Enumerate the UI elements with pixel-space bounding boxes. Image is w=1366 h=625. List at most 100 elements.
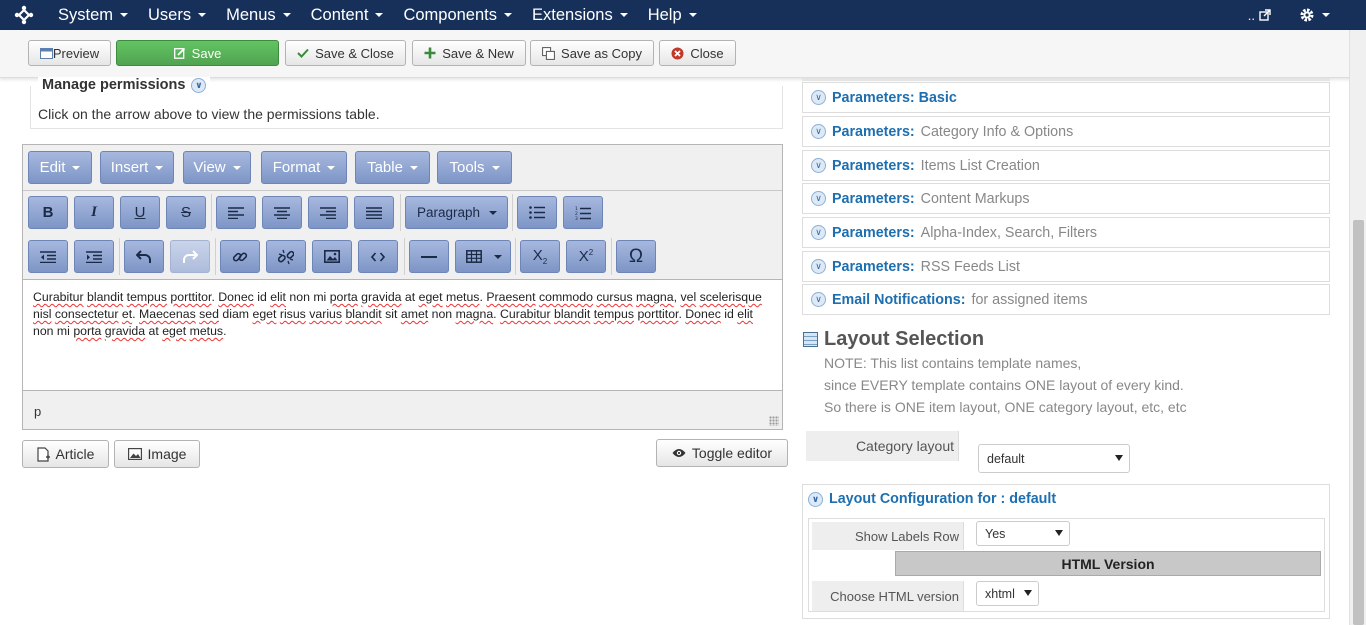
special-character-button[interactable]: Ω xyxy=(616,240,656,273)
accordion-params-items-list[interactable]: ∨ Parameters: Items List Creation xyxy=(802,150,1330,181)
misspelled-word[interactable]: porttitor xyxy=(637,307,678,321)
bullet-list-button[interactable] xyxy=(517,196,557,229)
outdent-button[interactable] xyxy=(28,240,68,273)
misspelled-word[interactable]: metus xyxy=(190,324,224,338)
preview-button[interactable]: Preview xyxy=(28,40,111,66)
misspelled-word[interactable]: gravida xyxy=(105,324,145,338)
joomla-logo-icon[interactable] xyxy=(0,0,48,30)
editor-content-area[interactable]: Curabitur blandit tempus porttitor. Done… xyxy=(23,280,782,391)
accordion-params-rss[interactable]: ∨ Parameters: RSS Feeds List xyxy=(802,251,1330,282)
indent-button[interactable] xyxy=(74,240,114,273)
misspelled-word[interactable]: Praesent xyxy=(486,290,535,304)
strikethrough-button[interactable]: S xyxy=(166,196,206,229)
editor-menu-table[interactable]: Table xyxy=(355,151,430,184)
editor-menu-view[interactable]: View xyxy=(183,151,251,184)
misspelled-word[interactable]: et xyxy=(122,307,132,321)
misspelled-word[interactable]: Donec xyxy=(685,307,721,321)
superscript-button[interactable]: X2 xyxy=(566,240,606,273)
misspelled-word[interactable]: risus xyxy=(280,307,306,321)
user-settings-menu[interactable] xyxy=(1289,7,1366,23)
redo-button[interactable] xyxy=(170,240,210,273)
misspelled-word[interactable]: sed xyxy=(199,307,219,321)
show-labels-select[interactable]: Yes xyxy=(976,521,1070,546)
editor-menu-insert[interactable]: Insert xyxy=(100,151,174,184)
misspelled-word[interactable]: magna xyxy=(456,307,494,321)
save-new-button[interactable]: Save & New xyxy=(412,40,526,66)
misspelled-word[interactable]: scelerisque xyxy=(700,290,762,304)
misspelled-word[interactable]: Curabitur xyxy=(33,290,84,304)
misspelled-word[interactable]: blandit xyxy=(345,307,381,321)
editor-menu-tools[interactable]: Tools xyxy=(437,151,512,184)
insert-link-button[interactable] xyxy=(220,240,260,273)
misspelled-word[interactable]: eget xyxy=(419,290,443,304)
misspelled-word[interactable]: eget xyxy=(252,307,276,321)
undo-button[interactable] xyxy=(124,240,164,273)
menu-menus[interactable]: Menus xyxy=(216,0,301,30)
page-scrollbar[interactable] xyxy=(1349,30,1366,625)
misspelled-word[interactable]: metus xyxy=(446,290,480,304)
misspelled-word[interactable]: commodo xyxy=(539,290,593,304)
horizontal-rule-button[interactable] xyxy=(409,240,449,273)
accordion-params-basic[interactable]: ∨ Parameters: Basic xyxy=(802,82,1330,113)
misspelled-word[interactable]: Maecenas xyxy=(139,307,196,321)
save-copy-button[interactable]: Save as Copy xyxy=(530,40,654,66)
scrollbar-thumb[interactable] xyxy=(1353,220,1364,625)
editor-menu-format[interactable]: Format xyxy=(261,151,347,184)
accordion-params-alpha-index[interactable]: ∨ Parameters: Alpha-Index, Search, Filte… xyxy=(802,217,1330,248)
editor-menu-edit[interactable]: Edit xyxy=(28,151,92,184)
accordion-params-category[interactable]: ∨ Parameters: Category Info & Options xyxy=(802,116,1330,147)
align-left-button[interactable] xyxy=(216,196,256,229)
misspelled-word[interactable]: amet xyxy=(401,307,428,321)
close-button[interactable]: Close xyxy=(659,40,736,66)
misspelled-word[interactable]: tempus xyxy=(127,290,167,304)
misspelled-word[interactable]: blandit xyxy=(87,290,123,304)
misspelled-word[interactable]: nisl xyxy=(33,307,51,321)
choose-html-select[interactable]: xhtml xyxy=(976,581,1039,606)
block-format-select[interactable]: Paragraph xyxy=(405,196,508,229)
misspelled-word[interactable]: porta xyxy=(73,324,101,338)
insert-image-ext-button[interactable]: Image xyxy=(114,440,200,468)
menu-help[interactable]: Help xyxy=(638,0,707,30)
misspelled-word[interactable]: gravida xyxy=(361,290,401,304)
accordion-params-content-markups[interactable]: ∨ Parameters: Content Markups xyxy=(802,183,1330,214)
save-close-button[interactable]: Save & Close xyxy=(285,40,406,66)
menu-users[interactable]: Users xyxy=(138,0,216,30)
misspelled-word[interactable]: cursus xyxy=(596,290,632,304)
align-right-button[interactable] xyxy=(308,196,348,229)
italic-button[interactable]: I xyxy=(74,196,114,229)
insert-image-button[interactable] xyxy=(312,240,352,273)
toggle-editor-button[interactable]: Toggle editor xyxy=(656,439,788,467)
misspelled-word[interactable]: magna xyxy=(636,290,674,304)
element-path[interactable]: p xyxy=(34,404,41,419)
remove-link-button[interactable] xyxy=(266,240,306,273)
view-site-link[interactable]: .. xyxy=(1230,8,1289,23)
save-button[interactable]: Save xyxy=(116,40,279,66)
align-center-button[interactable] xyxy=(262,196,302,229)
subscript-button[interactable]: X2 xyxy=(520,240,560,273)
permissions-toggle[interactable]: Manage permissions ∨ xyxy=(38,77,211,93)
underline-button[interactable]: U xyxy=(120,196,160,229)
accordion-email-notifications[interactable]: ∨ Email Notifications: for assigned item… xyxy=(802,284,1330,315)
resize-handle-icon[interactable] xyxy=(769,416,779,426)
misspelled-word[interactable]: vel xyxy=(680,290,696,304)
menu-components[interactable]: Components xyxy=(393,0,522,30)
numbered-list-button[interactable]: 123 xyxy=(563,196,603,229)
misspelled-word[interactable]: Donec xyxy=(218,290,254,304)
misspelled-word[interactable]: elit xyxy=(270,290,286,304)
misspelled-word[interactable]: blandit xyxy=(554,307,590,321)
layout-config-toggle[interactable]: ∨ Layout Configuration for : default xyxy=(808,491,1056,507)
misspelled-word[interactable]: consectetur xyxy=(55,307,119,321)
align-justify-button[interactable] xyxy=(354,196,394,229)
source-code-button[interactable] xyxy=(358,240,398,273)
misspelled-word[interactable]: Curabitur xyxy=(500,307,551,321)
misspelled-word[interactable]: porttitor xyxy=(170,290,211,304)
chevron-down-icon[interactable]: ∨ xyxy=(191,77,207,93)
category-layout-select[interactable]: default xyxy=(978,444,1130,473)
menu-extensions[interactable]: Extensions xyxy=(522,0,638,30)
misspelled-word[interactable]: elit xyxy=(737,307,753,321)
misspelled-word[interactable]: eget xyxy=(162,324,186,338)
menu-content[interactable]: Content xyxy=(301,0,394,30)
insert-article-button[interactable]: Article xyxy=(22,440,109,468)
misspelled-word[interactable]: porta xyxy=(330,290,358,304)
misspelled-word[interactable]: varius xyxy=(309,307,342,321)
